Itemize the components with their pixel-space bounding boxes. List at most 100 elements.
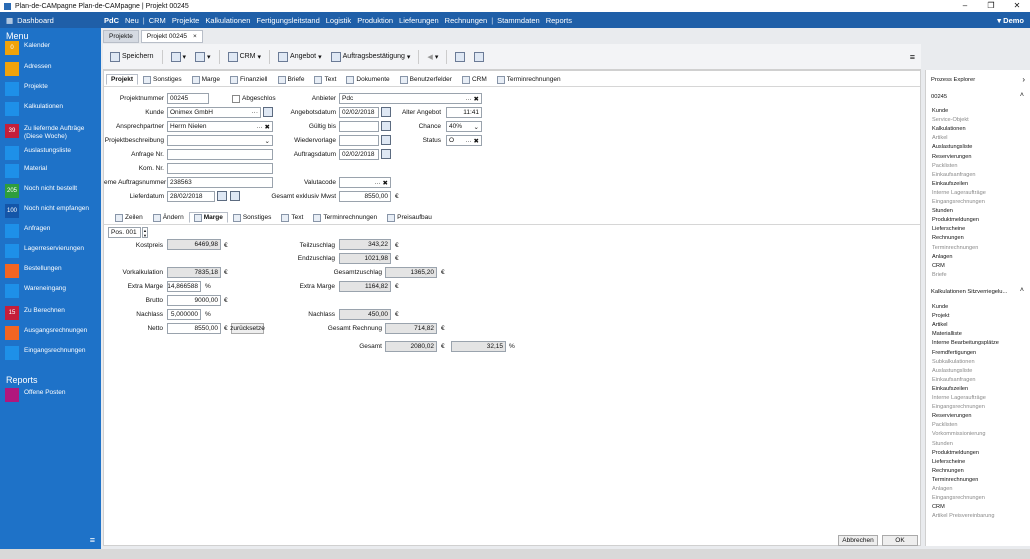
explorer-item[interactable]: Anlagen <box>932 254 953 260</box>
auftragsdatum-field[interactable]: 02/02/2018 <box>339 149 379 160</box>
explorer-item[interactable]: Einkaufsanfragen <box>932 172 976 178</box>
tab-projekt-00245[interactable]: Projekt 00245 × <box>140 30 203 43</box>
menu-item-projekte[interactable]: Projekte <box>169 16 203 25</box>
sidebar-item-0[interactable]: 0 Kalender <box>0 41 101 55</box>
sidebar-item-10[interactable]: Lagerreservierungen <box>0 244 101 258</box>
calendar-settings-icon[interactable] <box>230 191 240 201</box>
tab-zeilen[interactable]: Zeilen <box>110 212 148 223</box>
ansprechpartner-field[interactable]: Herrn Nielen ··· ✖ <box>167 121 273 132</box>
menu-item-logistik[interactable]: Logistik <box>323 16 354 25</box>
netto-field[interactable]: 8550,00 <box>167 323 221 334</box>
explorer-item[interactable]: Kunde <box>932 108 948 114</box>
hamburger-icon[interactable]: ≡ <box>90 535 95 545</box>
explorer-item[interactable]: Interne Bearbeitungsplätze <box>932 340 999 346</box>
anbieter-field[interactable]: Pdc ··· ✖ <box>339 93 482 104</box>
sidebar-report-item[interactable]: Offene Posten <box>0 388 101 402</box>
back-button[interactable]: ◀ ▾ <box>424 51 441 63</box>
explorer-item[interactable]: Lieferscheine <box>932 459 965 465</box>
sidebar-item-14[interactable]: Ausgangsrechnungen <box>0 326 101 340</box>
lookup-clear-icon[interactable]: ··· ✖ <box>465 95 479 103</box>
sidebar-item-2[interactable]: Projekte <box>0 82 101 96</box>
toolbar-menu-icon[interactable]: ≡ <box>910 52 915 62</box>
wiedervorlage-field[interactable] <box>339 135 379 146</box>
explorer-item[interactable]: Anlagen <box>932 486 953 492</box>
mail-icon[interactable] <box>263 107 273 117</box>
tab-marge[interactable]: Marge <box>188 212 228 223</box>
explorer-item[interactable]: Materialliste <box>932 331 962 337</box>
tab-projekte[interactable]: Projekte <box>103 30 139 43</box>
projektnummer-field[interactable]: 00245 <box>167 93 209 104</box>
explorer-item[interactable]: Kalkulationen <box>932 126 966 132</box>
explorer-item[interactable]: Rechnungen <box>932 468 964 474</box>
calendar-icon[interactable] <box>381 121 391 131</box>
tools-dropdown-button[interactable]: ▾ <box>168 50 190 64</box>
lookup-clear-icon[interactable]: ··· ✖ <box>465 137 479 145</box>
tab-marge[interactable]: Marge <box>187 74 225 85</box>
tab-benutzerfelder[interactable]: Benutzerfelder <box>395 74 457 85</box>
explorer-item[interactable]: Rechnungen <box>932 235 964 241</box>
explorer-item[interactable]: Interne Lageraufträge <box>932 395 986 401</box>
lookup-icon[interactable]: ··· <box>252 109 259 116</box>
brutto-field[interactable]: 9000,00 <box>167 295 221 306</box>
menu-item-rechnungen[interactable]: Rechnungen <box>442 16 491 25</box>
explorer-item[interactable]: Lieferscheine <box>932 226 965 232</box>
chevron-up-icon[interactable]: ˄ <box>1020 92 1024 99</box>
sidebar-item-13[interactable]: 15 Zu Berechnen <box>0 306 101 320</box>
status-field[interactable]: O ··· ✖ <box>446 135 482 146</box>
explorer-item[interactable]: Einkaufszeilen <box>932 386 968 392</box>
close-tab-icon[interactable]: × <box>193 33 197 40</box>
chevron-right-icon[interactable]: › <box>1022 75 1025 84</box>
gesamt-exkl-field[interactable]: 8550,00 <box>339 191 391 202</box>
tab-text[interactable]: Text <box>276 212 308 223</box>
projektbeschreibung-dropdown[interactable]: ⌄ <box>167 135 273 146</box>
zuruecksetzen-button[interactable]: zurücksetze <box>230 323 265 334</box>
tab-text[interactable]: Text <box>309 74 341 85</box>
explorer-item[interactable]: Reservierungen <box>932 413 972 419</box>
explorer-item[interactable]: CRM <box>932 504 945 510</box>
explorer-item[interactable]: Eingangsrechnungen <box>932 404 985 410</box>
abgeschlossen-checkbox[interactable] <box>232 95 240 103</box>
tab-sonstiges[interactable]: Sonstiges <box>138 74 187 85</box>
tab-finanziell[interactable]: Finanziell <box>225 74 272 85</box>
minimize-icon[interactable]: – <box>952 0 978 12</box>
save-button[interactable]: Speichern <box>107 50 157 64</box>
explorer-item[interactable]: Eingangsrechnungen <box>932 495 985 501</box>
explorer-item[interactable]: Stunden <box>932 441 953 447</box>
menu-item-stammdaten[interactable]: Stammdaten <box>494 16 543 25</box>
explorer-item[interactable]: Artikel Preisvereinbarung <box>932 513 995 519</box>
explorer-item[interactable]: Vorkommissionierung <box>932 431 985 437</box>
anfrage-field[interactable] <box>167 149 273 160</box>
explorer-item[interactable]: Reservierungen <box>932 154 972 160</box>
notes-button[interactable] <box>452 50 468 64</box>
explorer-item[interactable]: Packlisten <box>932 422 958 428</box>
user-menu[interactable]: ▾ Demo <box>997 16 1024 25</box>
sidebar-item-6[interactable]: Material <box>0 164 101 178</box>
kunde-field[interactable]: Onimex GmbH ··· <box>167 107 261 118</box>
sidebar-item-3[interactable]: Kalkulationen <box>0 102 101 116</box>
sidebar-item-15[interactable]: Eingangsrechnungen <box>0 346 101 360</box>
menu-item-crm[interactable]: CRM <box>146 16 169 25</box>
position-spinner[interactable]: ▲ ▼ <box>142 227 148 238</box>
tab-crm[interactable]: CRM <box>457 74 492 85</box>
angebotsdatum-field[interactable]: 02/02/2018 <box>339 107 379 118</box>
menu-item-lieferungen[interactable]: Lieferungen <box>396 16 442 25</box>
explorer-item[interactable]: Produktmeldungen <box>932 450 979 456</box>
explorer-item[interactable]: Subkalkulationen <box>932 359 975 365</box>
calendar-icon[interactable] <box>217 191 227 201</box>
tab-briefe[interactable]: Briefe <box>273 74 310 85</box>
externe-auftragsnummer-field[interactable]: 238563 <box>167 177 273 188</box>
sidebar-item-4[interactable]: 39 Zu liefernde Aufträge (Diese Woche) <box>0 124 101 141</box>
menu-item-reports[interactable]: Reports <box>543 16 575 25</box>
chevron-up-icon[interactable]: ˄ <box>1020 287 1024 294</box>
explorer-item[interactable]: Briefe <box>932 272 947 278</box>
ok-button[interactable]: OK <box>882 535 918 546</box>
extra-marge-pct-field[interactable]: 14,866588 <box>167 281 201 292</box>
sidebar-item-12[interactable]: Wareneingang <box>0 284 101 298</box>
auftrag-button[interactable]: Auftragsbestätigung ▾ <box>328 50 414 64</box>
explorer-item[interactable]: Fremdfertigungen <box>932 350 976 356</box>
alter-angebot-field[interactable]: 11:41 <box>446 107 482 118</box>
explorer-item[interactable]: Terminrechnungen <box>932 477 978 483</box>
tab-projekt[interactable]: Projekt <box>106 74 139 85</box>
tab-preisaufbau[interactable]: Preisaufbau <box>382 212 437 223</box>
kom-field[interactable] <box>167 163 273 174</box>
